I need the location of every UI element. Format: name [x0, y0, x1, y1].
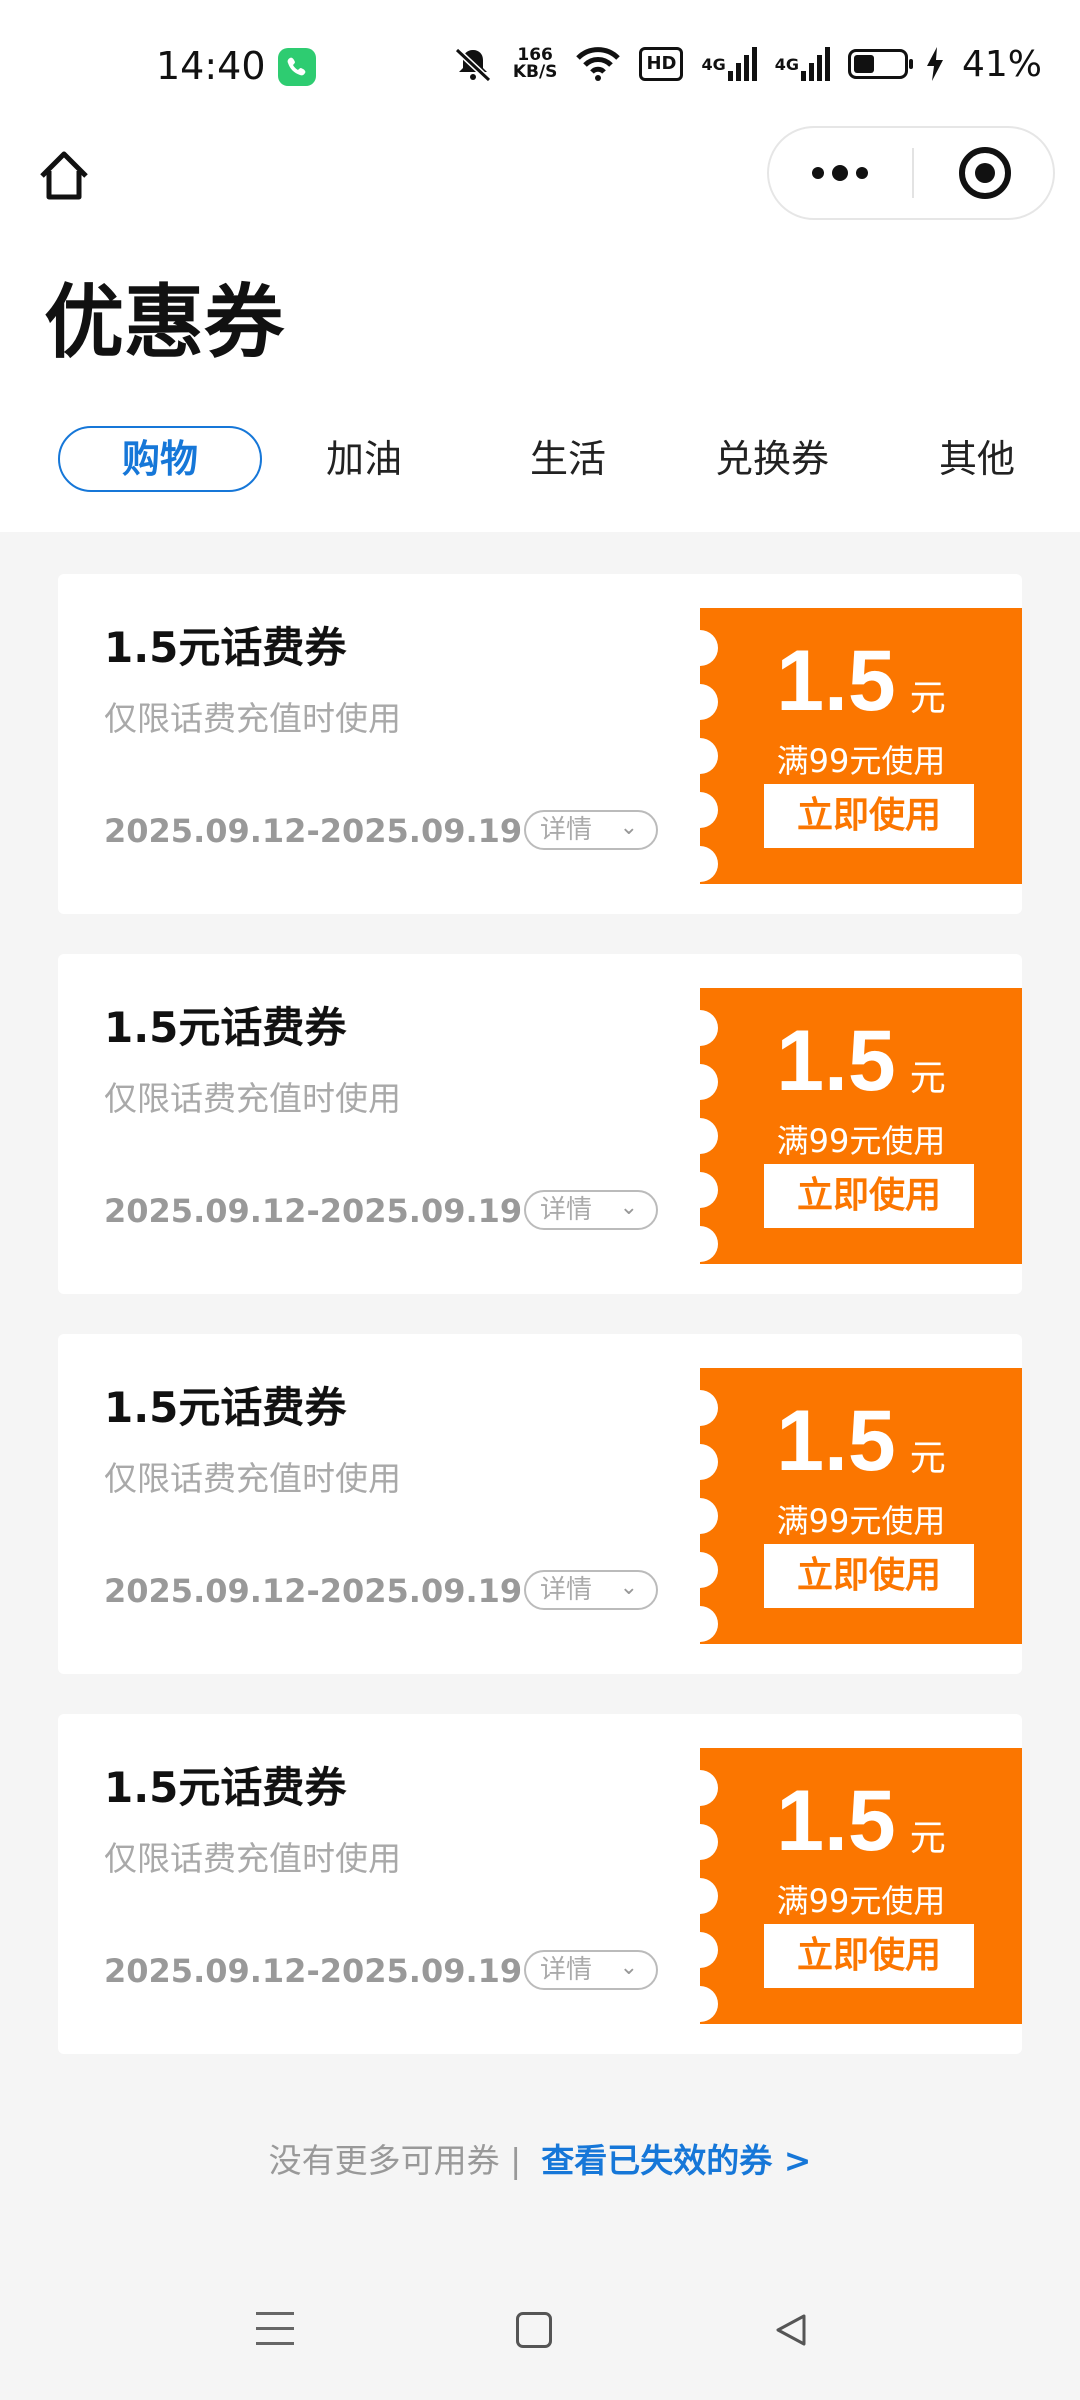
back-triangle-icon[interactable] — [770, 2310, 810, 2350]
battery-icon — [847, 49, 913, 79]
charging-icon — [926, 44, 944, 84]
category-tabs: 购物 加油 生活 兑换券 其他 — [0, 418, 1080, 500]
scallop-notch — [700, 792, 718, 828]
coupon-detail-button[interactable]: 详情 ⌄ — [524, 1950, 658, 1990]
mute-bell-icon — [451, 44, 495, 84]
chevron-down-icon: ⌄ — [619, 815, 638, 840]
capsule-divider — [912, 148, 914, 198]
footer-note: 没有更多可用券 | 查看已失效的券 > — [0, 2134, 1080, 2182]
coupon-value-panel: 1.5 元 满99元使用 立即使用 — [700, 1368, 1022, 1644]
status-time: 14:40 — [156, 44, 266, 88]
hd-icon: HD — [639, 47, 684, 81]
scallop-notch — [700, 1932, 718, 1968]
use-now-button[interactable]: 立即使用 — [764, 784, 974, 848]
coupon-amount: 1.5 元 — [776, 633, 946, 729]
net-speed: 166 KB/S — [512, 45, 558, 82]
page-title: 优惠券 — [44, 276, 284, 369]
coupon-detail-button[interactable]: 详情 ⌄ — [524, 810, 658, 850]
scallop-notch — [700, 1606, 718, 1642]
use-now-button[interactable]: 立即使用 — [764, 1924, 974, 1988]
coupon-date: 2025.09.12-2025.09.19 — [104, 1192, 523, 1230]
more-dots-icon[interactable] — [769, 128, 911, 218]
signal-icon: 4G — [701, 44, 757, 84]
use-now-button[interactable]: 立即使用 — [764, 1544, 974, 1608]
coupon-desc: 仅限话费充值时使用 — [104, 1839, 401, 1878]
coupon-date: 2025.09.12-2025.09.19 — [104, 1952, 523, 1990]
status-bar: 14:40 166 KB/S HD 4G 4G 41% — [0, 0, 1080, 136]
status-icons: 166 KB/S HD 4G 4G 41% — [451, 43, 1042, 85]
no-more-coupons-text: 没有更多可用券 | — [268, 2141, 522, 2180]
coupon-desc: 仅限话费充值时使用 — [104, 1079, 401, 1118]
mini-program-capsule — [767, 126, 1055, 220]
coupon-card: 1.5元话费券 仅限话费充值时使用 2025.09.12-2025.09.19 … — [58, 1334, 1022, 1674]
coupon-date: 2025.09.12-2025.09.19 — [104, 812, 523, 850]
expired-coupons-link[interactable]: 查看已失效的券 > — [541, 2141, 811, 2180]
coupon-detail-button[interactable]: 详情 ⌄ — [524, 1570, 658, 1610]
coupon-title: 1.5元话费券 — [104, 1763, 347, 1812]
coupon-amount: 1.5 元 — [776, 1393, 946, 1489]
coupon-condition: 满99元使用 — [776, 1122, 946, 1160]
tab-voucher[interactable]: 兑换券 — [670, 426, 874, 492]
system-nav-bar — [0, 2290, 1080, 2380]
coupon-condition: 满99元使用 — [776, 1502, 946, 1540]
coupon-amount: 1.5 元 — [776, 1773, 946, 1869]
coupon-desc: 仅限话费充值时使用 — [104, 699, 401, 738]
coupon-title: 1.5元话费券 — [104, 623, 347, 672]
tab-fuel[interactable]: 加油 — [262, 426, 466, 492]
tab-life[interactable]: 生活 — [466, 426, 670, 492]
coupon-value-panel: 1.5 元 满99元使用 立即使用 — [700, 1748, 1022, 2024]
scallop-notch — [700, 1986, 718, 2022]
coupon-detail-button[interactable]: 详情 ⌄ — [524, 1190, 658, 1230]
coupon-condition: 满99元使用 — [776, 742, 946, 780]
coupon-title: 1.5元话费券 — [104, 1003, 347, 1052]
scallop-notch — [700, 846, 718, 882]
target-circle-icon[interactable] — [959, 147, 1011, 199]
coupon-condition: 满99元使用 — [776, 1882, 946, 1920]
coupon-card: 1.5元话费券 仅限话费充值时使用 2025.09.12-2025.09.19 … — [58, 954, 1022, 1294]
signal-icon: 4G — [775, 44, 830, 84]
chevron-down-icon: ⌄ — [619, 1195, 638, 1220]
tab-other[interactable]: 其他 — [874, 426, 1080, 492]
coupon-amount: 1.5 元 — [776, 1013, 946, 1109]
coupon-card: 1.5元话费券 仅限话费充值时使用 2025.09.12-2025.09.19 … — [58, 1714, 1022, 2054]
coupon-card: 1.5元话费券 仅限话费充值时使用 2025.09.12-2025.09.19 … — [58, 574, 1022, 914]
coupon-value-panel: 1.5 元 满99元使用 立即使用 — [700, 608, 1022, 884]
coupon-date: 2025.09.12-2025.09.19 — [104, 1572, 523, 1610]
phone-call-icon — [278, 48, 316, 86]
chevron-down-icon: ⌄ — [619, 1575, 638, 1600]
home-square-icon[interactable] — [516, 2312, 552, 2348]
use-now-button[interactable]: 立即使用 — [764, 1164, 974, 1228]
coupon-title: 1.5元话费券 — [104, 1383, 347, 1432]
chevron-down-icon: ⌄ — [619, 1955, 638, 1980]
battery-level — [853, 55, 874, 73]
tab-shopping[interactable]: 购物 — [58, 426, 262, 492]
scallop-notch — [700, 1552, 718, 1588]
scallop-notch — [700, 1172, 718, 1208]
coupon-desc: 仅限话费充值时使用 — [104, 1459, 401, 1498]
menu-icon[interactable] — [256, 2312, 294, 2350]
wifi-icon — [575, 44, 621, 84]
coupon-value-panel: 1.5 元 满99元使用 立即使用 — [700, 988, 1022, 1264]
scallop-notch — [700, 1226, 718, 1262]
home-icon[interactable] — [34, 146, 94, 206]
battery-percent: 41% — [961, 43, 1042, 85]
